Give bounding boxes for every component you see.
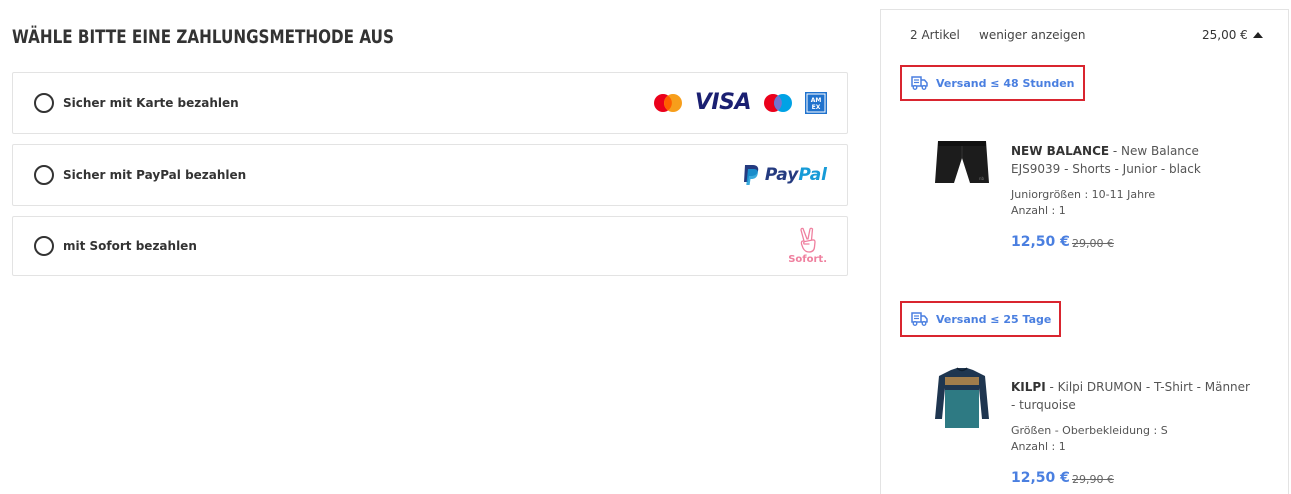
product-brand: KILPI xyxy=(1011,380,1046,394)
paypal-logo: PayPal xyxy=(742,164,827,186)
shorts-image[interactable]: nb xyxy=(927,128,997,198)
shipping-badge: Versand ≤ 25 Tage xyxy=(900,301,1062,337)
product-name: - Kilpi DRUMON - T-Shirt - Männer - turq… xyxy=(1011,380,1250,412)
cart-summary-header: 2 Artikel weniger anzeigen 25,00 € xyxy=(881,10,1288,60)
product-title[interactable]: NEW BALANCE - New Balance EJS9039 - Shor… xyxy=(1011,142,1251,178)
delivery-truck-icon xyxy=(911,312,928,326)
cart-item-count: 2 Artikel xyxy=(910,28,960,42)
payment-method-title: WÄHLE BITTE EINE ZAHLUNGSMETHODE AUS xyxy=(12,26,394,48)
card-option-label: Sicher mit Karte bezahlen xyxy=(63,96,239,110)
svg-text:nb: nb xyxy=(979,176,985,181)
product-old-price: 29,90 € xyxy=(1072,473,1114,486)
product-old-price: 29,00 € xyxy=(1072,237,1114,250)
sofort-option-label: mit Sofort bezahlen xyxy=(63,239,197,253)
cart-total: 25,00 € xyxy=(1202,28,1248,42)
caret-up-icon[interactable] xyxy=(1253,32,1263,38)
product-quantity: Anzahl : 1 xyxy=(1011,440,1066,453)
product-price: 12,50 € xyxy=(1011,470,1070,486)
svg-text:AM: AM xyxy=(811,97,822,104)
shipping-time-label: Versand ≤ 48 Stunden xyxy=(936,76,1075,90)
shipping-badge: Versand ≤ 48 Stunden xyxy=(900,65,1085,101)
shipping-time-label: Versand ≤ 25 Tage xyxy=(936,312,1052,326)
sofort-radio[interactable] xyxy=(34,236,54,256)
paypal-option-label: Sicher mit PayPal bezahlen xyxy=(63,168,247,182)
payment-option-sofort[interactable]: mit Sofort bezahlen Sofort. xyxy=(12,216,848,276)
sofort-logo: Sofort. xyxy=(788,227,827,265)
product-title[interactable]: KILPI - Kilpi DRUMON - T-Shirt - Männer … xyxy=(1011,378,1251,414)
card-logos: VISA AM EX xyxy=(653,92,827,114)
cart-product: nb NEW BALANCE - New Balance EJS9039 - S… xyxy=(881,128,1288,250)
product-size: Juniorgrößen : 10-11 Jahre xyxy=(1011,188,1156,201)
amex-logo: AM EX xyxy=(805,92,827,114)
card-radio[interactable] xyxy=(34,93,54,113)
paypal-text-pay: Pay xyxy=(764,164,799,185)
mastercard-logo xyxy=(653,94,682,112)
victory-hand-icon xyxy=(799,227,816,253)
maestro-logo xyxy=(764,94,792,112)
product-price: 12,50 € xyxy=(1011,234,1070,250)
sofort-logo-text: Sofort. xyxy=(788,254,827,265)
cart-summary: 2 Artikel weniger anzeigen 25,00 € Versa… xyxy=(880,9,1289,494)
product-quantity: Anzahl : 1 xyxy=(1011,204,1066,217)
delivery-truck-icon xyxy=(911,76,928,90)
paypal-p-icon xyxy=(743,165,759,185)
longsleeve-image[interactable] xyxy=(927,364,997,434)
visa-logo: VISA xyxy=(694,90,752,115)
sofort-logos: Sofort. xyxy=(788,227,827,265)
product-brand: NEW BALANCE xyxy=(1011,144,1110,158)
show-less-link[interactable]: weniger anzeigen xyxy=(979,28,1085,42)
svg-text:EX: EX xyxy=(812,104,821,111)
payment-option-card[interactable]: Sicher mit Karte bezahlen VISA AM EX xyxy=(12,72,848,134)
paypal-logos: PayPal xyxy=(742,164,827,186)
product-size: Größen - Oberbekleidung : S xyxy=(1011,424,1168,437)
payment-option-paypal[interactable]: Sicher mit PayPal bezahlen PayPal xyxy=(12,144,848,206)
cart-product: KILPI - Kilpi DRUMON - T-Shirt - Männer … xyxy=(881,364,1288,486)
paypal-text-pal: Pal xyxy=(798,164,827,185)
paypal-radio[interactable] xyxy=(34,165,54,185)
